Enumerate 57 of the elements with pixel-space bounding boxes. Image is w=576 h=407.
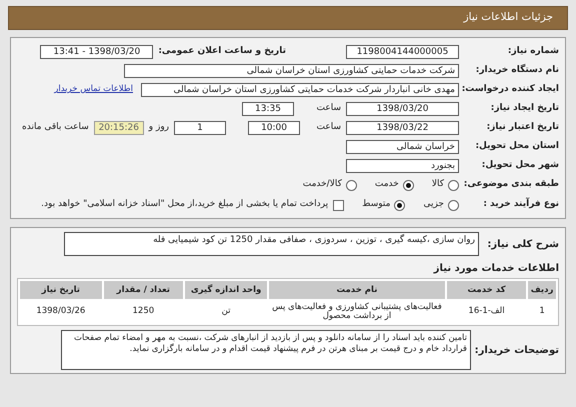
field-label: ایجاد کننده درخواست: xyxy=(460,82,559,96)
value-field: 1398/03/20 - 13:41 xyxy=(40,44,154,58)
column-header: تاریخ نیاز xyxy=(20,281,102,299)
column-header: ردیف xyxy=(528,281,556,299)
value-field: 13:35 xyxy=(242,102,294,116)
radio-button[interactable] xyxy=(448,200,459,210)
column-header: نام خدمت xyxy=(269,281,445,299)
field-label: ساعت باقی مانده xyxy=(22,120,89,134)
page-title: جزئیات اطلاعات نیاز xyxy=(464,10,553,26)
value-field: 1398/03/20 xyxy=(346,102,459,116)
option-label: کالا xyxy=(432,178,444,192)
field-label: نام دستگاه خریدار: xyxy=(474,64,559,77)
column-header: تعداد / مقدار xyxy=(104,281,183,299)
value-field: 20:15:26 xyxy=(94,120,144,134)
radio-button[interactable] xyxy=(402,180,414,190)
field-label: ساعت xyxy=(316,120,341,134)
field-label: شهر محل تحویل: xyxy=(480,158,559,172)
value-field: 10:00 xyxy=(248,120,300,134)
description-field: روان سازی ،کیسه گیری ، توزین ، سردوزی ، صفافی مقدار 1250 تن کود شیمیایی فله xyxy=(64,232,479,256)
table-cell-text: 1398/03/26 xyxy=(35,305,86,318)
option-label: متوسط xyxy=(362,198,390,212)
radio-button[interactable] xyxy=(394,200,406,210)
field-label: تاریخ اعتبار نیاز: xyxy=(486,120,559,134)
contact-link[interactable]: اطلاعات تماس خریدار xyxy=(54,83,133,96)
value-field: مهدی خانی انباردار شرکت خدمات حمایتی کشاورزی استان خراسان شمالی xyxy=(141,82,459,96)
field-label: شماره نیاز: xyxy=(506,44,559,58)
field-label: نوع فرآیند خرید : xyxy=(482,198,559,212)
table-cell-text: 1250 xyxy=(132,305,156,318)
table-cell-text: فعالیت‌های پشتیبانی کشاورزی و فعالیت‌های پس از برداشت محصول xyxy=(271,301,443,323)
table-cell-text: 1 xyxy=(538,305,546,318)
value-field: 1398/03/22 xyxy=(346,120,459,134)
field-label: تاریخ ایجاد نیاز: xyxy=(490,102,559,115)
value-field: بجنورد xyxy=(346,158,459,172)
field-label: ساعت xyxy=(316,102,341,115)
table-cell-text: تن xyxy=(220,305,232,318)
option-label: جزیی xyxy=(423,198,444,212)
field-label: توضیحات خریدار: xyxy=(474,344,559,358)
section-title: اطلاعات خدمات مورد نیاز xyxy=(432,262,559,276)
field-label: تاریخ و ساعت اعلان عمومی: xyxy=(158,44,286,58)
field-label: استان محل تحویل: xyxy=(474,140,559,153)
option-label: پرداخت تمام یا بخشی از مبلغ خرید،از محل "اسناد خزانه اسلامی" خواهد بود. xyxy=(41,198,328,212)
column-header: واحد اندازه گیری xyxy=(184,281,268,299)
value-field: خراسان شمالی xyxy=(346,140,459,154)
value-field: 1198004144000005 xyxy=(346,44,459,58)
field-label: روز و xyxy=(148,120,170,134)
value-field: 1 xyxy=(174,120,226,134)
radio-button[interactable] xyxy=(346,180,357,190)
field-label: شرح کلی نیاز: xyxy=(486,238,559,252)
radio-button[interactable] xyxy=(448,180,459,190)
value-field: شرکت خدمات حمایتی کشاورزی استان خراسان شمالی xyxy=(124,64,459,78)
table-cell-text: الف-1-16 xyxy=(467,305,506,318)
notes-field: تامین کننده باید اسناد را از سامانه دانلود و پس از بازدید از انبارهای شرکت ،نسبت به مهر و امضاء تمام صفحات قرارداد خام و درج قیمت بر مبنای هرتن در فرم پیشنهاد قیمت اقدام و در سامانه بارگزاری نماید. xyxy=(61,330,471,370)
column-header: کد خدمت xyxy=(446,281,526,299)
field-label: طبقه بندی موضوعی: xyxy=(462,178,559,192)
option-label: خدمت xyxy=(374,178,399,192)
option-label: کالا/خدمت xyxy=(302,178,342,192)
checkbox[interactable] xyxy=(333,200,344,210)
